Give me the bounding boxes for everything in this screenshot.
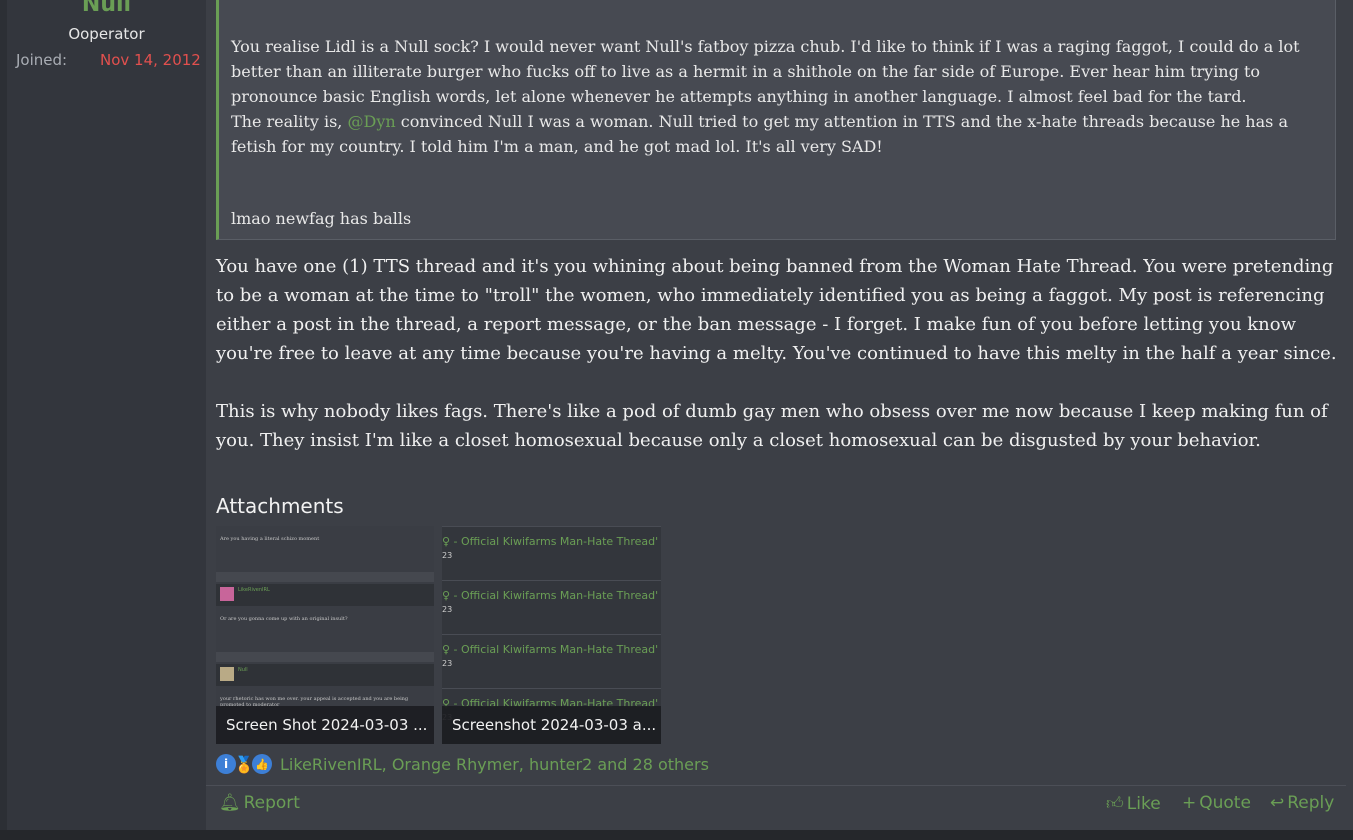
- thumbnail-user: Null: [216, 664, 434, 686]
- user-mention-link[interactable]: @Dyn: [347, 112, 395, 131]
- thumbnail-username: LikeRivenIRL: [238, 587, 270, 593]
- page-footer-strip: [0, 830, 1353, 840]
- thumbnail-thread-number: 23: [442, 605, 453, 614]
- thumbs-up-icon: 👍︎: [1106, 794, 1124, 814]
- bell-icon: 🔔︎: [219, 793, 241, 813]
- thumbnail-thread-title: ♀ - Official Kiwifarms Man-Hate Thread': [442, 643, 659, 656]
- divider: [206, 785, 1346, 786]
- quote-text-segment: The reality is,: [231, 112, 348, 131]
- like-button[interactable]: 👍︎ Like: [1106, 793, 1161, 814]
- thumbnail-bar: [216, 652, 434, 662]
- attachment-caption: Screen Shot 2024-03-03 ...: [216, 706, 434, 744]
- avatar: [220, 667, 234, 681]
- thumbnail-text: Or are you gonna come up with an origina…: [220, 616, 348, 622]
- reactions-bar[interactable]: i 🏅 👍 LikeRivenIRL, Orange Rhymer, hunte…: [216, 752, 709, 776]
- reply-arrow-icon: ↩: [1270, 793, 1285, 813]
- thumbnail-thread-title: ♀ - Official Kiwifarms Man-Hate Thread': [442, 589, 659, 602]
- quote-last-line: lmao newfag has balls: [231, 209, 412, 228]
- joined-label: Joined:: [16, 51, 68, 69]
- quote-paragraph-2: The reality is, @Dyn convinced Null I wa…: [231, 109, 1321, 159]
- like-label: Like: [1126, 794, 1161, 814]
- joined-date: Nov 14, 2012: [100, 51, 201, 69]
- thumbs-up-icon: 👍: [252, 754, 272, 774]
- user-title: Ooperator: [68, 25, 145, 43]
- reply-paragraph-1: You have one (1) TTS thread and it's you…: [216, 256, 1337, 364]
- report-label: Report: [243, 793, 300, 813]
- quote-label: Quote: [1199, 793, 1251, 813]
- thumbnail-thread-number: 23: [442, 551, 453, 560]
- thumbnail-thread-row: ♀ - Official Kiwifarms Man-Hate Thread' …: [442, 580, 661, 635]
- user-info-panel: Null Ooperator Joined: Nov 14, 2012: [7, 0, 206, 830]
- avatar: [220, 587, 234, 601]
- thumbnail-post: Or are you gonna come up with an origina…: [216, 606, 434, 666]
- thumbnail-thread-number: 23: [442, 659, 453, 668]
- thumbnail-text: Are you having a literal schizo moment: [220, 536, 320, 542]
- attachment-thumbnail[interactable]: ♀ - Official Kiwifarms Man-Hate Thread' …: [442, 526, 661, 744]
- quote-button[interactable]: + Quote: [1182, 793, 1251, 813]
- attachment-caption: Screenshot 2024-03-03 a...: [442, 706, 661, 744]
- reply-label: Reply: [1287, 793, 1335, 813]
- thumbnail-bar: [216, 572, 434, 582]
- thumbnail-thread-row: ♀ - Official Kiwifarms Man-Hate Thread' …: [442, 634, 661, 689]
- thumbnail-post: Are you having a literal schizo moment: [216, 526, 434, 586]
- thumbnail-user: LikeRivenIRL: [216, 584, 434, 606]
- attachments-heading: Attachments: [216, 494, 344, 518]
- reactions-list[interactable]: LikeRivenIRL, Orange Rhymer, hunter2 and…: [280, 755, 709, 774]
- thumbnail-thread-title: ♀ - Official Kiwifarms Man-Hate Thread': [442, 535, 659, 548]
- reply-button[interactable]: ↩ Reply: [1270, 793, 1334, 813]
- plus-icon: +: [1182, 793, 1197, 813]
- quote-block: You realise Lidl is a Null sock? I would…: [216, 0, 1336, 240]
- quote-paragraph-1: You realise Lidl is a Null sock? I would…: [231, 37, 1300, 106]
- medal-icon: 🏅: [234, 754, 254, 774]
- report-button[interactable]: 🔔︎ Report: [219, 793, 300, 813]
- reply-text: You have one (1) TTS thread and it's you…: [216, 252, 1341, 455]
- thumbnail-username: Null: [238, 667, 248, 673]
- thumbnail-thread-row: ♀ - Official Kiwifarms Man-Hate Thread' …: [442, 526, 661, 581]
- quote-text: You realise Lidl is a Null sock? I would…: [231, 34, 1321, 159]
- reply-paragraph-2: This is why nobody likes fags. There's l…: [216, 401, 1328, 451]
- username[interactable]: Null: [7, 0, 206, 18]
- attachment-thumbnail[interactable]: Are you having a literal schizo moment L…: [216, 526, 434, 744]
- info-icon: i: [216, 754, 236, 774]
